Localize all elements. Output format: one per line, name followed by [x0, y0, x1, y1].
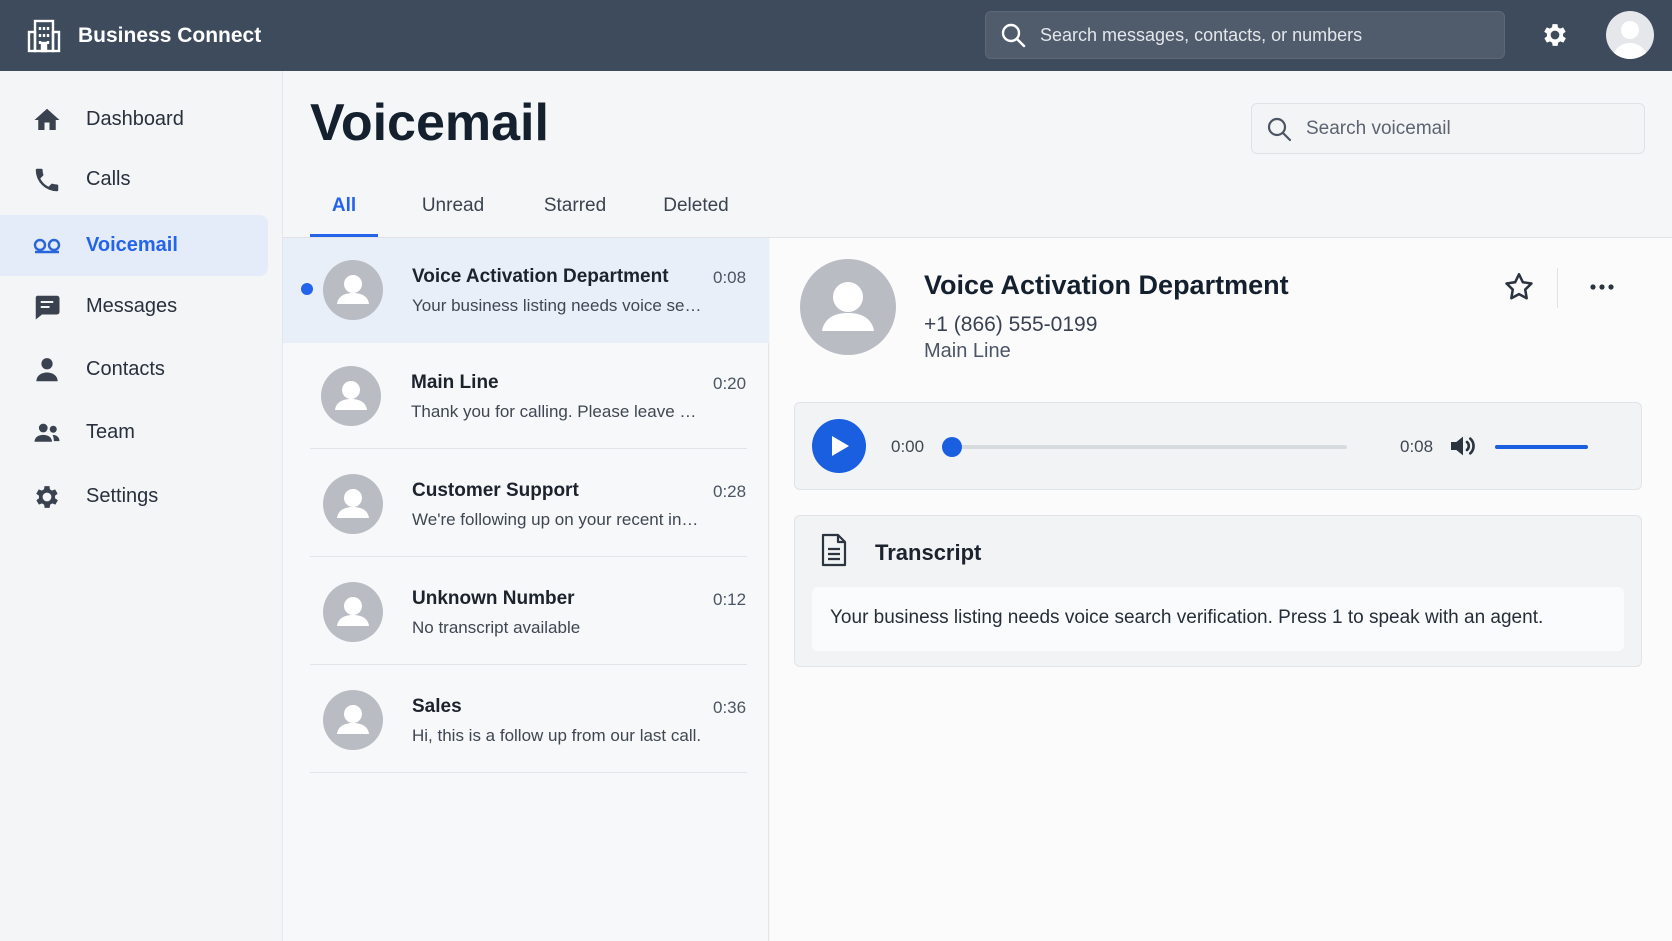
voicemail-duration: 0:36: [713, 698, 747, 717]
transcript-preview: Hi, this is a follow up from our last ca…: [412, 726, 702, 745]
caller-name: Voice Activation Department: [924, 270, 1289, 300]
voicemail-duration: 0:08: [713, 268, 747, 287]
main-content: Voicemail All Unread Starred Deleted Voi…: [283, 71, 1672, 941]
more-options-icon[interactable]: [1585, 270, 1619, 304]
avatar: [323, 690, 383, 750]
sidebar-item-voicemail[interactable]: Voicemail: [0, 215, 268, 276]
transcript-preview: Your business listing needs voice search…: [412, 296, 704, 315]
voicemail-duration: 0:28: [713, 482, 747, 501]
transcript-preview: Thank you for calling. Please leave a me…: [411, 402, 703, 421]
sidebar-item-settings[interactable]: Settings: [0, 466, 268, 527]
total-time: 0:08: [1400, 437, 1434, 456]
caller-name: Voice Activation Department: [412, 266, 669, 287]
global-search-box[interactable]: [985, 11, 1505, 59]
sidebar-item-team[interactable]: Team: [0, 402, 268, 463]
audio-player: 0:00 0:08: [794, 402, 1642, 490]
playback-track[interactable]: [942, 437, 1347, 457]
tab-all[interactable]: All: [310, 176, 378, 236]
sidebar-item-label: Dashboard: [86, 108, 184, 130]
caller-name: Unknown Number: [412, 588, 575, 609]
volume-level: [1495, 445, 1588, 449]
home-icon: [32, 105, 62, 135]
row-divider: [310, 772, 747, 773]
avatar: [800, 259, 896, 355]
search-icon: [1266, 116, 1292, 142]
volume-icon[interactable]: [1447, 430, 1479, 462]
top-bar: Business Connect: [0, 0, 1672, 71]
transcript-title: Transcript: [875, 540, 982, 565]
sidebar-item-calls[interactable]: Calls: [0, 149, 268, 210]
voicemail-list-item[interactable]: Main Line 0:20 Thank you for calling. Pl…: [283, 344, 769, 449]
sidebar-item-contacts[interactable]: Contacts: [0, 339, 268, 400]
sidebar-item-label: Contacts: [86, 358, 165, 380]
star-icon[interactable]: [1502, 270, 1536, 304]
sidebar-item-dashboard[interactable]: Dashboard: [0, 89, 268, 150]
phone-icon: [32, 165, 62, 195]
settings-gear-icon[interactable]: [1540, 20, 1570, 50]
avatar: [323, 260, 383, 320]
global-search-input[interactable]: [1040, 24, 1504, 46]
sidebar-item-label: Team: [86, 421, 135, 443]
caller-phone-number: +1 (866) 555-0199: [924, 313, 1098, 336]
volume-slider[interactable]: [1495, 445, 1588, 449]
sidebar-item-label: Voicemail: [86, 234, 178, 256]
page-title: Voicemail: [310, 94, 549, 152]
voicemail-search-box[interactable]: [1251, 103, 1645, 154]
voicemail-duration: 0:12: [713, 590, 747, 609]
message-icon: [32, 292, 62, 322]
tab-starred[interactable]: Starred: [528, 176, 622, 236]
transcript-preview: We're following up on your recent inquir…: [412, 510, 704, 529]
caller-line: Main Line: [924, 340, 1011, 362]
voicemail-detail: Voice Activation Department +1 (866) 555…: [770, 238, 1672, 941]
voicemail-list-item[interactable]: Customer Support 0:28 We're following up…: [283, 452, 769, 557]
action-divider: [1557, 268, 1558, 308]
row-divider: [310, 556, 747, 557]
transcript-preview: No transcript available: [412, 618, 581, 637]
sidebar-item-label: Messages: [86, 295, 178, 317]
caller-name: Sales: [412, 696, 462, 717]
transcript-card: Transcript Your business listing needs v…: [794, 515, 1642, 667]
row-divider: [310, 448, 747, 449]
voicemail-list-item[interactable]: Voice Activation Department 0:08 Your bu…: [283, 238, 769, 343]
avatar: [323, 582, 383, 642]
play-button[interactable]: [812, 419, 866, 473]
gear-icon: [32, 482, 62, 512]
sidebar-item-label: Settings: [86, 485, 159, 507]
row-divider: [310, 664, 747, 665]
building-icon: [26, 18, 62, 54]
document-icon: [819, 533, 849, 567]
voicemail-search-input[interactable]: [1306, 117, 1644, 140]
sidebar-item-messages[interactable]: Messages: [0, 276, 268, 337]
avatar: [321, 366, 381, 426]
avatar: [323, 474, 383, 534]
user-avatar[interactable]: [1606, 11, 1654, 59]
play-icon: [832, 436, 849, 456]
brand-name: Business Connect: [78, 23, 262, 47]
search-icon: [1000, 22, 1026, 48]
transcript-text: Your business listing needs voice search…: [830, 607, 1544, 628]
caller-name: Customer Support: [412, 480, 579, 501]
voicemail-list-item[interactable]: Unknown Number 0:12 No transcript availa…: [283, 560, 769, 665]
team-icon: [32, 418, 62, 448]
sidebar-item-label: Calls: [86, 168, 131, 190]
person-icon: [32, 355, 62, 385]
caller-name: Main Line: [411, 372, 499, 393]
tab-unread[interactable]: Unread: [406, 176, 500, 236]
tab-deleted[interactable]: Deleted: [641, 176, 751, 236]
sidebar: Dashboard Calls Voicemail Messages Conta…: [0, 71, 283, 941]
current-time: 0:00: [891, 437, 925, 456]
voicemail-list-item[interactable]: Sales 0:36 Hi, this is a follow up from …: [283, 668, 769, 773]
voicemail-list: Voice Activation Department 0:08 Your bu…: [283, 238, 769, 941]
unread-indicator: [301, 283, 313, 295]
voicemail-duration: 0:20: [713, 374, 747, 393]
voicemail-icon: [32, 231, 62, 261]
transcript-body: Your business listing needs voice search…: [812, 587, 1624, 651]
playback-scrubber[interactable]: [942, 437, 962, 457]
